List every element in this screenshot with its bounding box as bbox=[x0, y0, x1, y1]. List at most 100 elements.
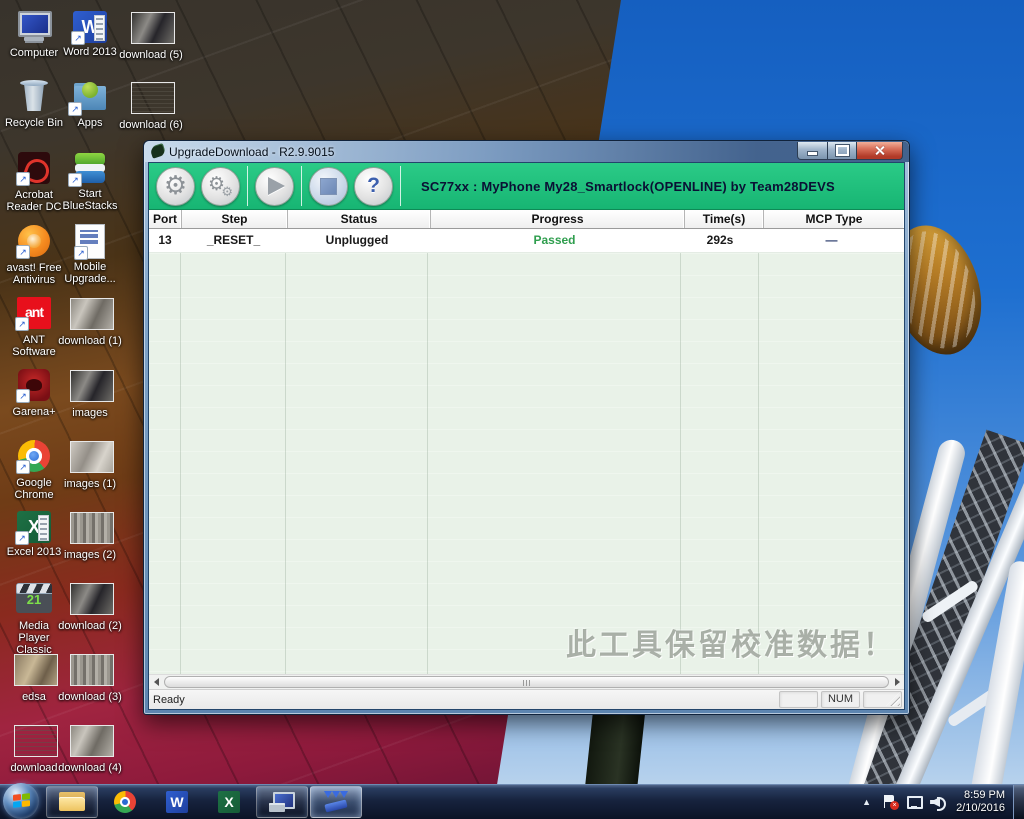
desktop-icon-recycle-bin[interactable]: Recycle Bin bbox=[2, 80, 66, 129]
column-header-progress[interactable]: Progress bbox=[431, 210, 685, 228]
desktop-icon-download-5[interactable]: download (5) bbox=[116, 10, 186, 61]
help-question-icon[interactable] bbox=[354, 167, 393, 206]
stop-icon[interactable] bbox=[309, 167, 348, 206]
toolbar: SC77xx : MyPhone My28_Smartlock(OPENLINE… bbox=[149, 163, 904, 210]
desktop-icon-download-2[interactable]: download (2) bbox=[58, 581, 122, 632]
column-header-port[interactable]: Port bbox=[149, 210, 182, 228]
cell-progress: Passed bbox=[428, 229, 681, 252]
toolbar-separator bbox=[301, 166, 302, 206]
taskbar-clock[interactable]: 8:59 PM 2/10/2016 bbox=[956, 789, 1005, 815]
bluestacks-icon bbox=[70, 151, 110, 185]
taskbar-word-button[interactable]: W bbox=[152, 787, 202, 817]
photo-thumbnail-icon bbox=[70, 441, 114, 473]
status-panel-empty bbox=[863, 691, 902, 708]
clock-date: 2/10/2016 bbox=[956, 802, 1005, 815]
desktop-icon-mpc[interactable]: Media Player Classic bbox=[2, 581, 66, 656]
table-row[interactable]: 13 _RESET_ Unplugged Passed 292s — bbox=[149, 229, 904, 253]
media-player-classic-icon bbox=[16, 583, 52, 613]
scrollbar-thumb[interactable] bbox=[164, 676, 889, 688]
cell-status: Unplugged bbox=[286, 229, 428, 252]
start-play-icon[interactable] bbox=[255, 167, 294, 206]
taskbar-upgrade-download-button[interactable] bbox=[310, 786, 362, 818]
photo-thumbnail-icon bbox=[70, 725, 114, 757]
chrome-icon bbox=[114, 791, 136, 813]
photo-thumbnail-icon bbox=[131, 12, 175, 44]
horizontal-scrollbar[interactable] bbox=[149, 674, 904, 689]
desktop-icon-images[interactable]: images bbox=[58, 368, 122, 419]
resize-grip[interactable] bbox=[886, 692, 900, 706]
chrome-icon bbox=[18, 440, 50, 472]
desktop-icon-mobile-upgrade[interactable]: Mobile Upgrade... bbox=[58, 224, 122, 285]
firmware-banner: SC77xx : MyPhone My28_Smartlock(OPENLINE… bbox=[421, 179, 835, 194]
desktop-icon-ant-software[interactable]: ANT Software bbox=[2, 296, 66, 358]
table-header: Port Step Status Progress Time(s) MCP Ty… bbox=[149, 210, 904, 229]
network-icon[interactable] bbox=[905, 794, 923, 810]
window-titlebar[interactable]: UpgradeDownload - R2.9.9015 bbox=[144, 141, 909, 162]
taskbar-excel-button[interactable]: X bbox=[204, 787, 254, 817]
desktop-icon-chrome[interactable]: Google Chrome bbox=[2, 439, 66, 501]
column-header-status[interactable]: Status bbox=[288, 210, 431, 228]
toolbar-separator bbox=[247, 166, 248, 206]
maximize-icon bbox=[836, 145, 849, 156]
taskbar-device-app-button[interactable] bbox=[256, 786, 308, 818]
window-title: UpgradeDownload - R2.9.9015 bbox=[169, 145, 334, 159]
status-panel-empty bbox=[779, 691, 818, 708]
photo-thumbnail-icon bbox=[70, 512, 114, 544]
desktop-icon-apps[interactable]: Apps bbox=[58, 80, 122, 129]
desktop-icon-images-2[interactable]: images (2) bbox=[58, 510, 122, 561]
desktop-icon-download-1[interactable]: download (1) bbox=[58, 296, 122, 347]
desktop-icon-computer[interactable]: Computer bbox=[2, 10, 66, 59]
calibration-watermark: 此工具保留校准数据！ bbox=[566, 620, 896, 664]
show-hidden-icons-button[interactable]: ▲ bbox=[855, 797, 878, 807]
desktop-icon-word-2013[interactable]: Word 2013 bbox=[58, 10, 122, 58]
desktop-icon-excel-2013[interactable]: Excel 2013 bbox=[2, 510, 66, 558]
taskbar-chrome-button[interactable] bbox=[100, 787, 150, 817]
word-icon bbox=[73, 11, 107, 43]
desktop-icon-avast[interactable]: avast! Free Antivirus bbox=[2, 224, 66, 286]
cell-step: _RESET_ bbox=[181, 229, 286, 252]
avast-icon bbox=[18, 225, 50, 257]
desktop-icon-bluestacks[interactable]: Start BlueStacks bbox=[58, 151, 122, 212]
scroll-right-arrow-icon[interactable] bbox=[890, 675, 904, 689]
toolbar-separator bbox=[400, 166, 401, 206]
photo-thumbnail-icon bbox=[70, 583, 114, 615]
device-manager-icon bbox=[269, 792, 295, 812]
list-area[interactable]: 此工具保留校准数据！ bbox=[149, 253, 904, 674]
close-button[interactable] bbox=[856, 142, 903, 160]
computer-icon bbox=[14, 10, 54, 44]
desktop-icon-download[interactable]: download bbox=[2, 723, 66, 774]
upgrade-download-window: UpgradeDownload - R2.9.9015 SC77xx : MyP… bbox=[143, 140, 910, 715]
photo-thumbnail-icon bbox=[14, 725, 58, 757]
desktop-icon-garena[interactable]: Garena+ bbox=[2, 368, 66, 418]
photo-thumbnail-icon bbox=[70, 370, 114, 402]
speaker-icon[interactable] bbox=[929, 794, 947, 810]
desktop-icon-download-3[interactable]: download (3) bbox=[58, 652, 122, 703]
column-header-time[interactable]: Time(s) bbox=[685, 210, 764, 228]
close-icon bbox=[874, 145, 885, 156]
photo-thumbnail-icon bbox=[14, 654, 58, 686]
taskbar: W X ▲ 8:59 PM 2/10/2016 bbox=[0, 784, 1024, 819]
action-center-flag-icon[interactable] bbox=[881, 794, 899, 810]
show-desktop-button[interactable] bbox=[1013, 785, 1024, 819]
cell-port: 13 bbox=[149, 229, 181, 252]
excel-icon: X bbox=[218, 791, 240, 813]
column-header-step[interactable]: Step bbox=[182, 210, 288, 228]
desktop-icon-edsa[interactable]: edsa bbox=[2, 652, 66, 703]
start-button[interactable] bbox=[3, 783, 39, 819]
minimize-button[interactable] bbox=[797, 142, 828, 160]
maximize-button[interactable] bbox=[828, 142, 856, 160]
photo-thumbnail-icon bbox=[70, 298, 114, 330]
scroll-left-arrow-icon[interactable] bbox=[149, 675, 163, 689]
column-header-mcp-type[interactable]: MCP Type bbox=[764, 210, 904, 228]
taskbar-explorer-button[interactable] bbox=[46, 786, 98, 818]
system-tray: ▲ 8:59 PM 2/10/2016 bbox=[855, 785, 1024, 819]
desktop-icon-download-6[interactable]: download (6) bbox=[116, 80, 186, 131]
apps-folder-icon bbox=[70, 80, 110, 114]
desktop-icon-download-4[interactable]: download (4) bbox=[58, 723, 122, 774]
acrobat-icon bbox=[18, 152, 50, 184]
settings-gear-icon[interactable] bbox=[156, 167, 195, 206]
desktop-icon-acrobat[interactable]: Acrobat Reader DC bbox=[2, 151, 66, 213]
cell-time: 292s bbox=[681, 229, 759, 252]
desktop-icon-images-1[interactable]: images (1) bbox=[58, 439, 122, 490]
config-gears-icon[interactable] bbox=[201, 167, 240, 206]
